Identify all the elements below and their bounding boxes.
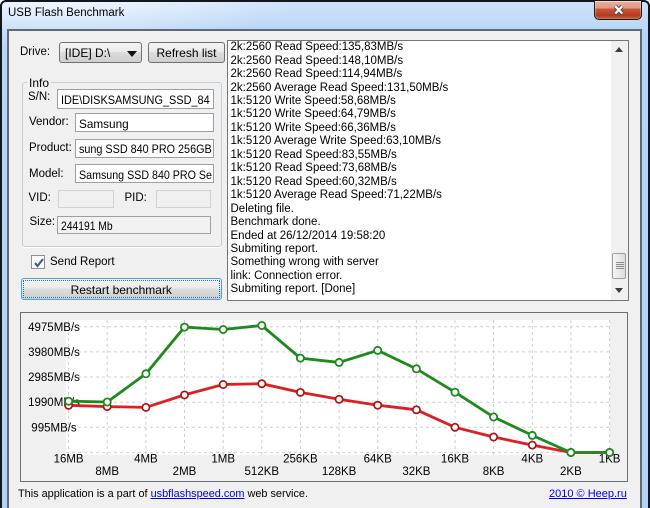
svg-text:32KB: 32KB bbox=[402, 466, 430, 478]
svg-text:16KB: 16KB bbox=[441, 454, 469, 466]
svg-text:1MB: 1MB bbox=[211, 454, 235, 466]
svg-text:64KB: 64KB bbox=[364, 454, 392, 466]
svg-text:128KB: 128KB bbox=[322, 466, 357, 478]
svg-text:8KB: 8KB bbox=[483, 466, 505, 478]
svg-text:995MB/s: 995MB/s bbox=[31, 422, 77, 434]
svg-text:2MB: 2MB bbox=[173, 466, 197, 478]
svg-text:2KB: 2KB bbox=[560, 466, 582, 478]
svg-text:16MB: 16MB bbox=[54, 454, 84, 466]
svg-text:256KB: 256KB bbox=[283, 454, 318, 466]
svg-text:4KB: 4KB bbox=[521, 454, 543, 466]
svg-text:4975MB/s: 4975MB/s bbox=[28, 322, 80, 334]
svg-text:512KB: 512KB bbox=[245, 466, 280, 478]
svg-text:2985MB/s: 2985MB/s bbox=[28, 372, 80, 384]
svg-text:8MB: 8MB bbox=[95, 466, 119, 478]
svg-text:3980MB/s: 3980MB/s bbox=[28, 347, 80, 359]
svg-text:4MB: 4MB bbox=[134, 454, 158, 466]
